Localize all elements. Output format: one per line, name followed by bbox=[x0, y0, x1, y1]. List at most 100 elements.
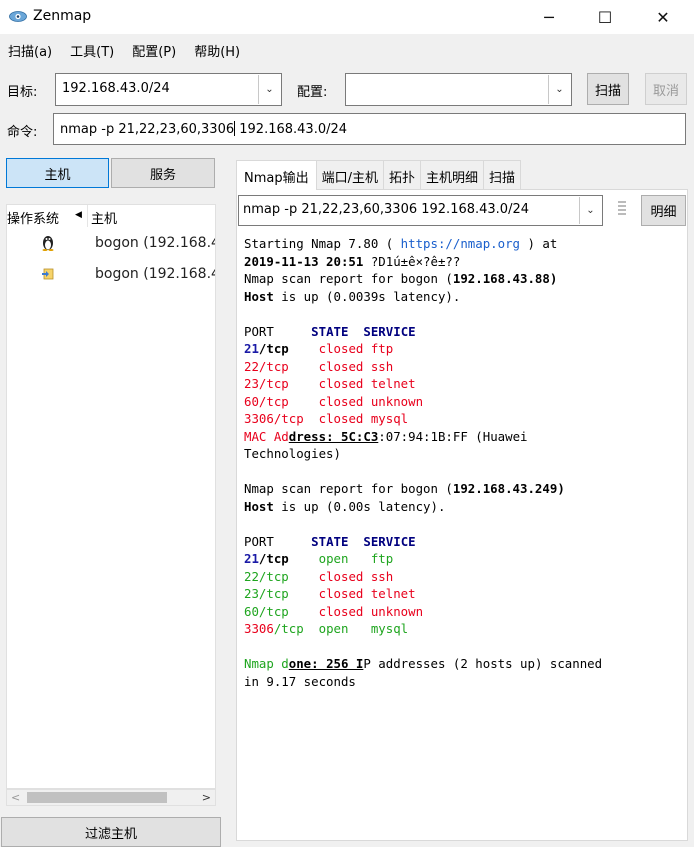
filter-hosts-button[interactable]: 过滤主机 bbox=[1, 817, 221, 847]
port-header: PORT bbox=[244, 323, 274, 339]
port-number: 22 bbox=[244, 568, 259, 584]
mac-vendor: :07:94:1B:FF (Huawei bbox=[378, 428, 528, 444]
column-host[interactable]: 主机 bbox=[91, 208, 117, 227]
output-line: ) at bbox=[520, 236, 558, 251]
port-number: 3306 bbox=[244, 621, 274, 636]
host-list[interactable]: 操作系统 ◀ 主机 bogon (192.168.4 bogon (192.16… bbox=[6, 204, 216, 789]
chevron-down-icon[interactable]: ⌄ bbox=[548, 75, 570, 104]
command-label: 命令: bbox=[7, 125, 38, 140]
unknown-os-icon bbox=[40, 266, 56, 282]
host-row[interactable]: bogon (192.168.4 bbox=[7, 229, 216, 258]
host-name: bogon (192.168.4 bbox=[95, 266, 216, 282]
services-view-button[interactable]: 服务 bbox=[111, 158, 215, 188]
tab-host-details[interactable]: 主机明细 bbox=[420, 160, 485, 189]
port-row: 23/tcp closed telnet bbox=[244, 375, 684, 393]
port-row: 22/tcp closed ssh bbox=[244, 568, 684, 586]
port-proto: /tcp bbox=[258, 586, 289, 601]
mac-label: MAC Ad bbox=[244, 428, 289, 444]
command-value[interactable]: nmap -p 21,22,23,60,3306 192.168.43.0/24 bbox=[60, 121, 347, 137]
port-number: 21 bbox=[244, 341, 259, 356]
tab-nmap-output[interactable]: Nmap输出 bbox=[236, 160, 317, 190]
port-state: closed bbox=[318, 603, 364, 619]
port-proto: /tcp bbox=[258, 358, 289, 374]
paren: ) bbox=[549, 271, 558, 286]
scan-button[interactable]: 扫描 bbox=[587, 73, 629, 105]
port-number: 22 bbox=[244, 358, 259, 374]
menu-profile[interactable]: 配置(P) bbox=[123, 37, 185, 61]
hosts-view-button[interactable]: 主机 bbox=[6, 158, 109, 188]
target-value[interactable]: 192.168.43.0/24 bbox=[62, 81, 170, 96]
scroll-thumb[interactable] bbox=[27, 792, 167, 803]
port-proto: /tcp bbox=[258, 341, 289, 356]
chevron-down-icon[interactable]: ⌄ bbox=[579, 197, 601, 224]
port-number: 60 bbox=[244, 603, 259, 619]
title-bar: Zenmap ─ ☐ ✕ bbox=[0, 0, 694, 34]
port-service: telnet bbox=[370, 586, 416, 601]
state-header: STATE bbox=[311, 323, 349, 339]
port-proto: /tcp bbox=[273, 411, 304, 426]
tab-ports-hosts[interactable]: 端口/主机 bbox=[315, 160, 384, 189]
port-proto: /tcp bbox=[258, 376, 289, 391]
port-state: closed bbox=[318, 393, 364, 409]
output-command-value[interactable]: nmap -p 21,22,23,60,3306 192.168.43.0/24 bbox=[243, 202, 529, 217]
host-row[interactable]: bogon (192.168.4 bbox=[7, 260, 216, 289]
port-row: 60/tcp closed unknown bbox=[244, 393, 684, 411]
host-word: Host bbox=[244, 288, 274, 304]
details-button[interactable]: 明细 bbox=[641, 195, 686, 226]
column-os[interactable]: 操作系统 bbox=[7, 208, 59, 227]
zenmap-eye-icon bbox=[9, 11, 27, 22]
horizontal-scrollbar[interactable]: < > bbox=[6, 789, 216, 806]
window-title: Zenmap bbox=[33, 8, 92, 24]
state-header: STATE bbox=[311, 533, 349, 549]
latency-text: is up (0.00s latency). bbox=[273, 498, 446, 514]
port-header: PORT bbox=[244, 533, 274, 549]
done-text: Nmap d bbox=[244, 656, 289, 671]
nmap-link[interactable]: https://nmap.org bbox=[401, 236, 520, 251]
profile-label: 配置: bbox=[297, 85, 328, 100]
maximize-button[interactable]: ☐ bbox=[582, 0, 628, 34]
menu-scan[interactable]: 扫描(a) bbox=[0, 37, 61, 61]
minimize-button[interactable]: ─ bbox=[526, 0, 572, 34]
port-service: ftp bbox=[370, 551, 394, 566]
timezone-text: ?D1ú±ê×?ê±?? bbox=[363, 253, 461, 269]
port-state: open bbox=[318, 551, 349, 566]
service-header: SERVICE bbox=[363, 323, 416, 339]
port-proto: /tcp bbox=[273, 621, 304, 636]
target-combo[interactable]: 192.168.43.0/24 ⌄ bbox=[55, 73, 282, 106]
sort-arrow-icon[interactable]: ◀ bbox=[75, 210, 82, 220]
port-state: closed bbox=[318, 411, 364, 426]
port-row: 22/tcp closed ssh bbox=[244, 358, 684, 376]
chevron-down-icon[interactable]: ⌄ bbox=[258, 75, 280, 104]
text-caret bbox=[234, 121, 236, 136]
tab-topology[interactable]: 拓扑 bbox=[383, 160, 422, 189]
command-input[interactable]: nmap -p 21,22,23,60,3306 192.168.43.0/24 bbox=[53, 113, 686, 145]
scan-date: 2019-11-13 20:51 bbox=[244, 253, 364, 269]
port-service: mysql bbox=[370, 411, 409, 426]
port-service: ftp bbox=[370, 341, 394, 356]
paren: ) bbox=[557, 481, 565, 496]
scroll-right-icon[interactable]: > bbox=[202, 791, 211, 804]
output-line: Starting Nmap 7.80 ( bbox=[244, 236, 401, 251]
port-state: closed bbox=[318, 376, 364, 391]
host-list-header: 操作系统 ◀ 主机 bbox=[7, 205, 215, 227]
grip-icon bbox=[618, 201, 626, 219]
port-service: ssh bbox=[370, 358, 394, 374]
port-state: closed bbox=[318, 341, 364, 356]
menu-bar: 扫描(a) 工具(T) 配置(P) 帮助(H) bbox=[0, 37, 249, 61]
port-number: 60 bbox=[244, 393, 259, 409]
profile-combo[interactable]: ⌄ bbox=[345, 73, 572, 106]
host-name: bogon (192.168.4 bbox=[95, 235, 216, 251]
service-header: SERVICE bbox=[363, 533, 416, 549]
port-proto: /tcp bbox=[258, 551, 289, 566]
port-service: unknown bbox=[370, 603, 424, 619]
scroll-left-icon[interactable]: < bbox=[11, 791, 20, 804]
menu-help[interactable]: 帮助(H) bbox=[185, 37, 249, 61]
done-text: P addresses (2 hosts up) scanned bbox=[363, 656, 603, 671]
close-button[interactable]: ✕ bbox=[640, 0, 686, 34]
tab-scans[interactable]: 扫描 bbox=[483, 160, 522, 189]
port-service: mysql bbox=[370, 621, 409, 636]
output-command-combo[interactable]: nmap -p 21,22,23,60,3306 192.168.43.0/24… bbox=[238, 195, 603, 226]
cancel-button[interactable]: 取消 bbox=[645, 73, 687, 105]
port-proto: /tcp bbox=[258, 603, 289, 619]
menu-tools[interactable]: 工具(T) bbox=[61, 37, 123, 61]
